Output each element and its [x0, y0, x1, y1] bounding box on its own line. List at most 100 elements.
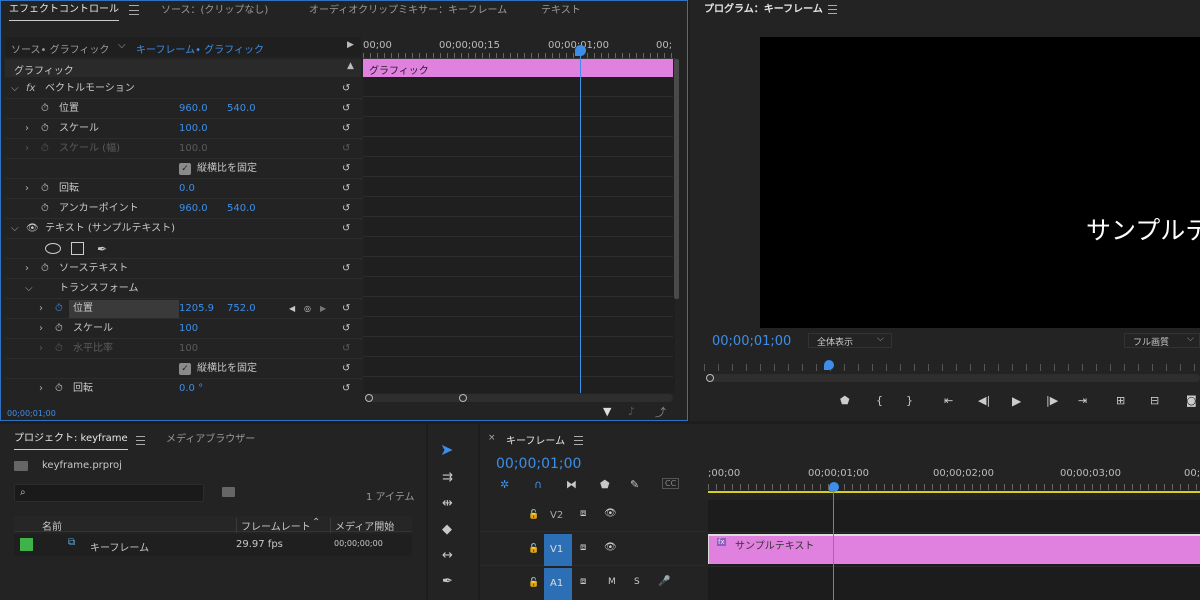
- stopwatch-icon[interactable]: ⏱: [41, 259, 49, 279]
- program-timecode[interactable]: 00;00;01;00: [712, 334, 791, 349]
- stopwatch-icon[interactable]: ⏱: [41, 179, 49, 199]
- filter-icon[interactable]: ▼: [603, 405, 611, 418]
- prev-keyframe-icon[interactable]: ◀: [289, 299, 295, 319]
- go-to-in-icon[interactable]: ⇤: [944, 394, 953, 407]
- extract-icon[interactable]: ⊟: [1150, 394, 1159, 407]
- mark-out-icon[interactable]: }: [906, 394, 913, 407]
- work-area-bar[interactable]: [708, 491, 1200, 493]
- reset-icon[interactable]: ↺: [342, 219, 354, 234]
- transform-scale-value[interactable]: 100: [179, 319, 198, 339]
- tab-text[interactable]: テキスト: [541, 1, 581, 21]
- lock-icon[interactable]: 🔓: [528, 578, 539, 588]
- razor-tool-icon[interactable]: ◆: [442, 522, 466, 546]
- lift-icon[interactable]: ⊞: [1116, 394, 1125, 407]
- zoom-scrollbar[interactable]: [365, 394, 673, 402]
- program-title[interactable]: プログラム：キーフレーム: [704, 0, 823, 20]
- reset-icon[interactable]: ↺: [342, 99, 354, 114]
- hamburger-icon[interactable]: [574, 436, 583, 445]
- play-audio-icon[interactable]: ♪: [628, 405, 635, 418]
- reset-icon[interactable]: ↺: [342, 179, 354, 194]
- play-icon[interactable]: ▶: [1012, 394, 1021, 408]
- eye-icon[interactable]: 👁: [604, 542, 617, 553]
- scale-value[interactable]: 100.0: [179, 119, 208, 139]
- chevron-down-icon[interactable]: ⌵: [11, 79, 19, 99]
- stopwatch-icon[interactable]: ⏱: [41, 119, 49, 139]
- nest-icon[interactable]: ✲: [500, 478, 509, 491]
- go-to-out-icon[interactable]: ⇥: [1078, 394, 1087, 407]
- stopwatch-icon[interactable]: ⏱: [55, 319, 63, 339]
- track-v2-label[interactable]: V2: [550, 510, 563, 521]
- add-marker-icon[interactable]: ⬟: [840, 394, 850, 407]
- tab-media-browser[interactable]: メディアブラウザー: [166, 430, 255, 450]
- timeline-title[interactable]: キーフレーム: [506, 432, 565, 447]
- timeline-ruler[interactable]: ;00;00 00;00;01;00 00;00;02;00 00;00;03;…: [708, 464, 1200, 496]
- chevron-down-icon[interactable]: ⌵: [11, 219, 19, 239]
- chevron-right-icon[interactable]: ›: [25, 259, 29, 279]
- ripple-edit-tool-icon[interactable]: ⇹: [442, 496, 466, 520]
- rectangle-mask-icon[interactable]: [71, 242, 84, 255]
- step-forward-icon[interactable]: |▶: [1046, 394, 1058, 407]
- anchor-x-value[interactable]: 960.0: [179, 199, 208, 219]
- reset-icon[interactable]: ↺: [342, 319, 354, 334]
- chevron-down-icon[interactable]: ⌵: [25, 279, 33, 299]
- tab-effect-controls[interactable]: エフェクトコントロール: [9, 1, 119, 21]
- column-name[interactable]: 名前: [42, 518, 62, 533]
- source-selector[interactable]: ソース• グラフィック: [11, 41, 109, 56]
- next-keyframe-icon[interactable]: ▶: [320, 299, 326, 319]
- eye-icon[interactable]: 👁: [604, 508, 617, 519]
- reset-icon[interactable]: ↺: [342, 259, 354, 274]
- selection-tool-icon[interactable]: ➤: [440, 440, 464, 464]
- stopwatch-icon[interactable]: ⏱: [41, 99, 49, 119]
- collapse-up-icon[interactable]: ▲: [347, 61, 354, 71]
- program-viewer[interactable]: サンプルテ: [760, 37, 1200, 328]
- playhead-line[interactable]: [833, 486, 834, 600]
- search-input[interactable]: ⌕: [14, 484, 204, 502]
- toggle-sync-lock-icon[interactable]: ⧈: [580, 508, 586, 519]
- chevron-right-icon[interactable]: ›: [25, 119, 29, 139]
- playhead-handle[interactable]: [829, 482, 839, 492]
- chevron-right-icon[interactable]: ›: [39, 319, 43, 339]
- timeline-timecode[interactable]: 00;00;01;00: [496, 456, 581, 472]
- program-scrubber[interactable]: [704, 358, 1200, 386]
- track-a1-label[interactable]: A1: [550, 578, 563, 589]
- stopwatch-active-icon[interactable]: ⏱: [55, 299, 63, 319]
- export-icon[interactable]: ⤴: [655, 404, 666, 420]
- new-bin-icon[interactable]: [222, 487, 235, 497]
- chevron-right-icon[interactable]: ›: [25, 179, 29, 199]
- timeline-clip[interactable]: fx サンプルテキスト: [708, 534, 1200, 564]
- reset-icon[interactable]: ↺: [342, 359, 354, 374]
- playhead-line[interactable]: [580, 47, 581, 393]
- toggle-sync-lock-icon[interactable]: ⧈: [580, 576, 586, 587]
- add-marker-icon[interactable]: ⬟: [600, 478, 610, 491]
- track-area[interactable]: fx サンプルテキスト: [708, 500, 1200, 600]
- playhead-handle[interactable]: [575, 45, 586, 56]
- tab-source[interactable]: ソース：(クリップなし): [161, 1, 268, 21]
- mute-button[interactable]: M: [608, 577, 616, 587]
- add-keyframe-icon[interactable]: ◎: [304, 299, 311, 319]
- track-select-tool-icon[interactable]: ⇉: [442, 470, 466, 494]
- position-y-value[interactable]: 540.0: [227, 99, 256, 119]
- hamburger-icon[interactable]: [828, 5, 837, 14]
- captions-icon[interactable]: CC: [662, 478, 680, 489]
- tab-audio-clip-mixer[interactable]: オーディオクリップミキサー：キーフレーム: [309, 1, 507, 21]
- label-color-swatch[interactable]: [20, 538, 33, 551]
- snap-icon[interactable]: ∩: [534, 478, 542, 491]
- reset-icon[interactable]: ↺: [342, 79, 354, 94]
- zoom-dropdown[interactable]: 全体表示 ⌵: [808, 333, 892, 348]
- transform-position-y-value[interactable]: 752.0: [227, 299, 256, 319]
- pen-tool-icon[interactable]: ✒: [442, 574, 466, 598]
- lock-icon[interactable]: 🔓: [528, 544, 539, 554]
- mark-in-icon[interactable]: {: [876, 394, 883, 407]
- camera-icon[interactable]: ◙: [1186, 394, 1197, 407]
- close-icon[interactable]: ×: [488, 433, 496, 443]
- tab-project[interactable]: プロジェクト: keyframe: [14, 430, 128, 450]
- chevron-down-icon[interactable]: ⌵: [118, 40, 126, 51]
- wrench-icon[interactable]: ✎: [630, 478, 639, 491]
- linked-selection-icon[interactable]: ⧓: [566, 478, 577, 491]
- reset-icon[interactable]: ↺: [342, 299, 354, 314]
- rotation-value[interactable]: 0.0: [179, 179, 195, 199]
- microphone-icon[interactable]: 🎤: [658, 576, 670, 587]
- column-frame-rate[interactable]: フレームレート: [236, 518, 311, 533]
- overlay-text[interactable]: サンプルテ: [1086, 211, 1200, 247]
- reset-icon[interactable]: ↺: [342, 379, 354, 394]
